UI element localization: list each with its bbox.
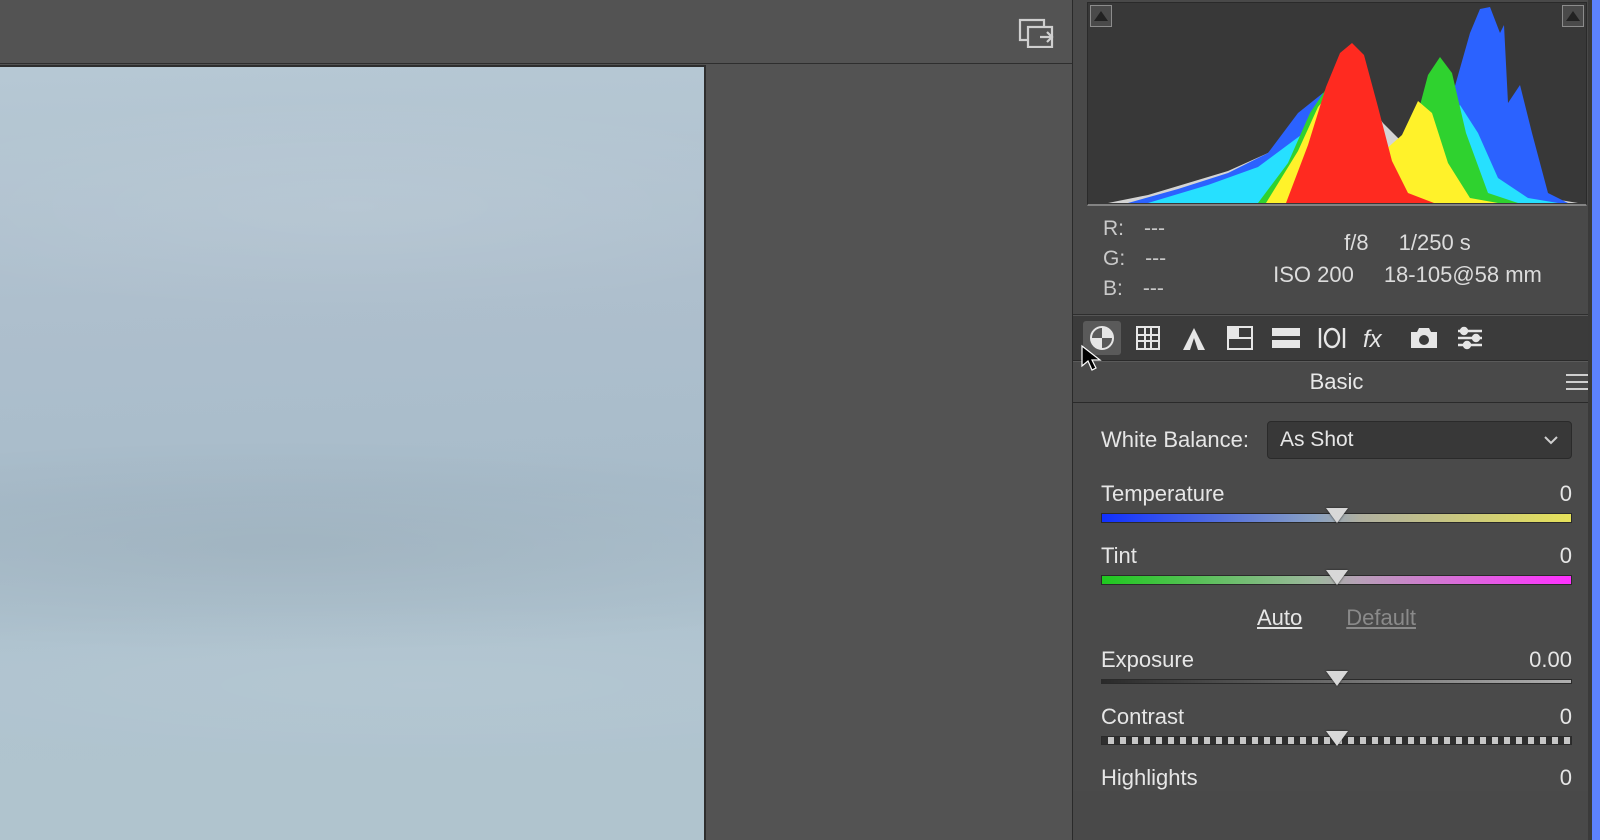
tint-slider[interactable]: Tint 0 bbox=[1101, 543, 1572, 585]
export-icon[interactable] bbox=[1018, 18, 1054, 48]
temperature-slider[interactable]: Temperature 0 bbox=[1101, 481, 1572, 523]
lens-value: 18-105@58 mm bbox=[1384, 262, 1542, 288]
info-readout: R: --- G: --- B: --- f/8 1/250 s ISO 200 18-1… bbox=[1073, 206, 1600, 315]
canvas-area bbox=[0, 0, 1072, 840]
section-menu-icon[interactable] bbox=[1566, 373, 1588, 391]
white-balance-label: White Balance: bbox=[1101, 427, 1249, 453]
white-balance-value: As Shot bbox=[1280, 428, 1354, 452]
highlights-label: Highlights bbox=[1101, 765, 1198, 791]
right-panel: R: --- G: --- B: --- f/8 1/250 s ISO 200 18-1… bbox=[1072, 0, 1600, 840]
section-title: Basic bbox=[1310, 369, 1364, 395]
window-edge bbox=[1588, 0, 1600, 840]
tab-camera-icon[interactable] bbox=[1405, 321, 1443, 355]
default-link[interactable]: Default bbox=[1346, 605, 1416, 631]
basic-panel: White Balance: As Shot Temperature 0 Tint… bbox=[1073, 403, 1600, 791]
tab-detail-icon[interactable] bbox=[1175, 321, 1213, 355]
auto-link[interactable]: Auto bbox=[1257, 605, 1302, 631]
g-value: --- bbox=[1145, 244, 1166, 274]
temperature-value: 0 bbox=[1560, 481, 1572, 507]
svg-text:fx: fx bbox=[1363, 326, 1383, 351]
tint-value: 0 bbox=[1560, 543, 1572, 569]
highlights-value: 0 bbox=[1560, 765, 1572, 791]
exposure-label: Exposure bbox=[1101, 647, 1194, 673]
histogram[interactable] bbox=[1087, 2, 1587, 206]
temperature-label: Temperature bbox=[1101, 481, 1225, 507]
tab-fx-icon[interactable]: fx bbox=[1359, 321, 1397, 355]
exposure-value: 0.00 bbox=[1529, 647, 1572, 673]
white-balance-select[interactable]: As Shot bbox=[1267, 421, 1572, 459]
exposure-slider[interactable]: Exposure 0.00 bbox=[1101, 647, 1572, 684]
r-label: R: bbox=[1103, 214, 1124, 244]
tint-label: Tint bbox=[1101, 543, 1137, 569]
r-value: --- bbox=[1144, 214, 1165, 244]
titlebar bbox=[0, 0, 1072, 64]
b-label: B: bbox=[1103, 274, 1123, 304]
aperture-value: f/8 bbox=[1344, 230, 1368, 256]
tab-split-icon[interactable] bbox=[1267, 321, 1305, 355]
chevron-down-icon bbox=[1543, 435, 1559, 445]
contrast-slider[interactable]: Contrast 0 bbox=[1101, 704, 1572, 745]
panel-tabs: fx bbox=[1073, 315, 1600, 361]
g-label: G: bbox=[1103, 244, 1125, 274]
tab-presets-icon[interactable] bbox=[1451, 321, 1489, 355]
tab-curve-icon[interactable] bbox=[1129, 321, 1167, 355]
shutter-value: 1/250 s bbox=[1399, 230, 1471, 256]
section-header: Basic bbox=[1073, 361, 1600, 403]
b-value: --- bbox=[1143, 274, 1164, 304]
contrast-value: 0 bbox=[1560, 704, 1572, 730]
contrast-label: Contrast bbox=[1101, 704, 1184, 730]
tab-hsl-icon[interactable] bbox=[1221, 321, 1259, 355]
highlights-slider[interactable]: Highlights 0 bbox=[1101, 765, 1572, 791]
iso-value: ISO 200 bbox=[1273, 262, 1354, 288]
tab-lens-icon[interactable] bbox=[1313, 321, 1351, 355]
image-preview[interactable] bbox=[0, 65, 706, 840]
tab-basic-icon[interactable] bbox=[1083, 321, 1121, 355]
